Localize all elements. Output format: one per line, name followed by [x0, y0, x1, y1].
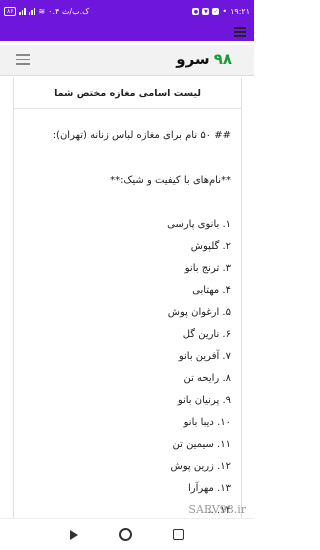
- android-nav-bar: [0, 518, 254, 550]
- list-item: ۱۳. مهرآرا: [188, 483, 231, 494]
- status-bar: ۸۶ ≋ ۰.۴ ک.ب/ث ● ▼ ✓ • ۱۹:۲۱: [0, 0, 254, 23]
- list-item: ۱۱. سیمین تن: [172, 439, 232, 450]
- browser-menu-icon[interactable]: [234, 27, 246, 39]
- status-right: ● ▼ ✓ • ۱۹:۲۱: [192, 7, 250, 16]
- signal-icon-2: [28, 8, 36, 15]
- list-item: ۱۲. زرین پوش: [170, 461, 232, 472]
- back-icon[interactable]: [70, 529, 79, 540]
- list-item: ۹. پرنیان بانو: [177, 395, 231, 406]
- signal-icon: [19, 8, 26, 15]
- wifi-icon: ≋: [38, 7, 46, 16]
- browser-toolbar: [0, 23, 254, 41]
- site-header: سرو ۹۸: [0, 45, 254, 76]
- list-item: ۸. رایحه تن: [183, 373, 231, 384]
- article-subheading: **نام‌های با کیفیت و شیک:**: [110, 175, 231, 186]
- list-item: ۳. ترنج بانو: [184, 263, 231, 274]
- battery-icon: ۸۶: [4, 7, 17, 16]
- site-logo[interactable]: سرو ۹۸: [176, 50, 232, 68]
- page-title: لیست اسامی مغازه مختص شما: [14, 78, 241, 109]
- article-content: لیست اسامی مغازه مختص شما ## ۵۰ نام برای…: [13, 78, 242, 518]
- app-icon: ✓: [212, 8, 220, 15]
- logo-text: سرو: [176, 50, 210, 68]
- list-item: ۱. بانوی پارسی: [167, 219, 231, 230]
- home-icon[interactable]: [118, 528, 132, 541]
- vpn-icon: ▼: [202, 8, 210, 15]
- logo-number: ۹۸: [213, 50, 232, 68]
- status-left: ۸۶ ≋ ۰.۴ ک.ب/ث: [4, 7, 89, 16]
- list-item: ۲. گلپوش: [190, 241, 231, 252]
- list-item: ۱۰. دیبا بانو: [183, 417, 231, 428]
- watermark: SARV98.ir: [188, 503, 246, 516]
- list-item: ۶. نارین گل: [182, 329, 231, 340]
- clock: ۱۹:۲۱: [230, 7, 250, 16]
- network-speed: ۰.۴ ک.ب/ث: [48, 7, 90, 16]
- list-item: ۴. مهتابی: [192, 285, 231, 296]
- list-item: ۷. آفرین بانو: [178, 351, 231, 362]
- list-item: ۵. ارغوان پوش: [167, 307, 231, 318]
- recent-apps-icon[interactable]: [172, 529, 184, 540]
- notification-icon: ●: [192, 8, 200, 15]
- article-heading: ## ۵۰ نام برای مغازه لباس زنانه (تهران):: [52, 130, 231, 141]
- more-notifications-icon: •: [222, 7, 228, 16]
- hamburger-menu-icon[interactable]: [16, 54, 30, 68]
